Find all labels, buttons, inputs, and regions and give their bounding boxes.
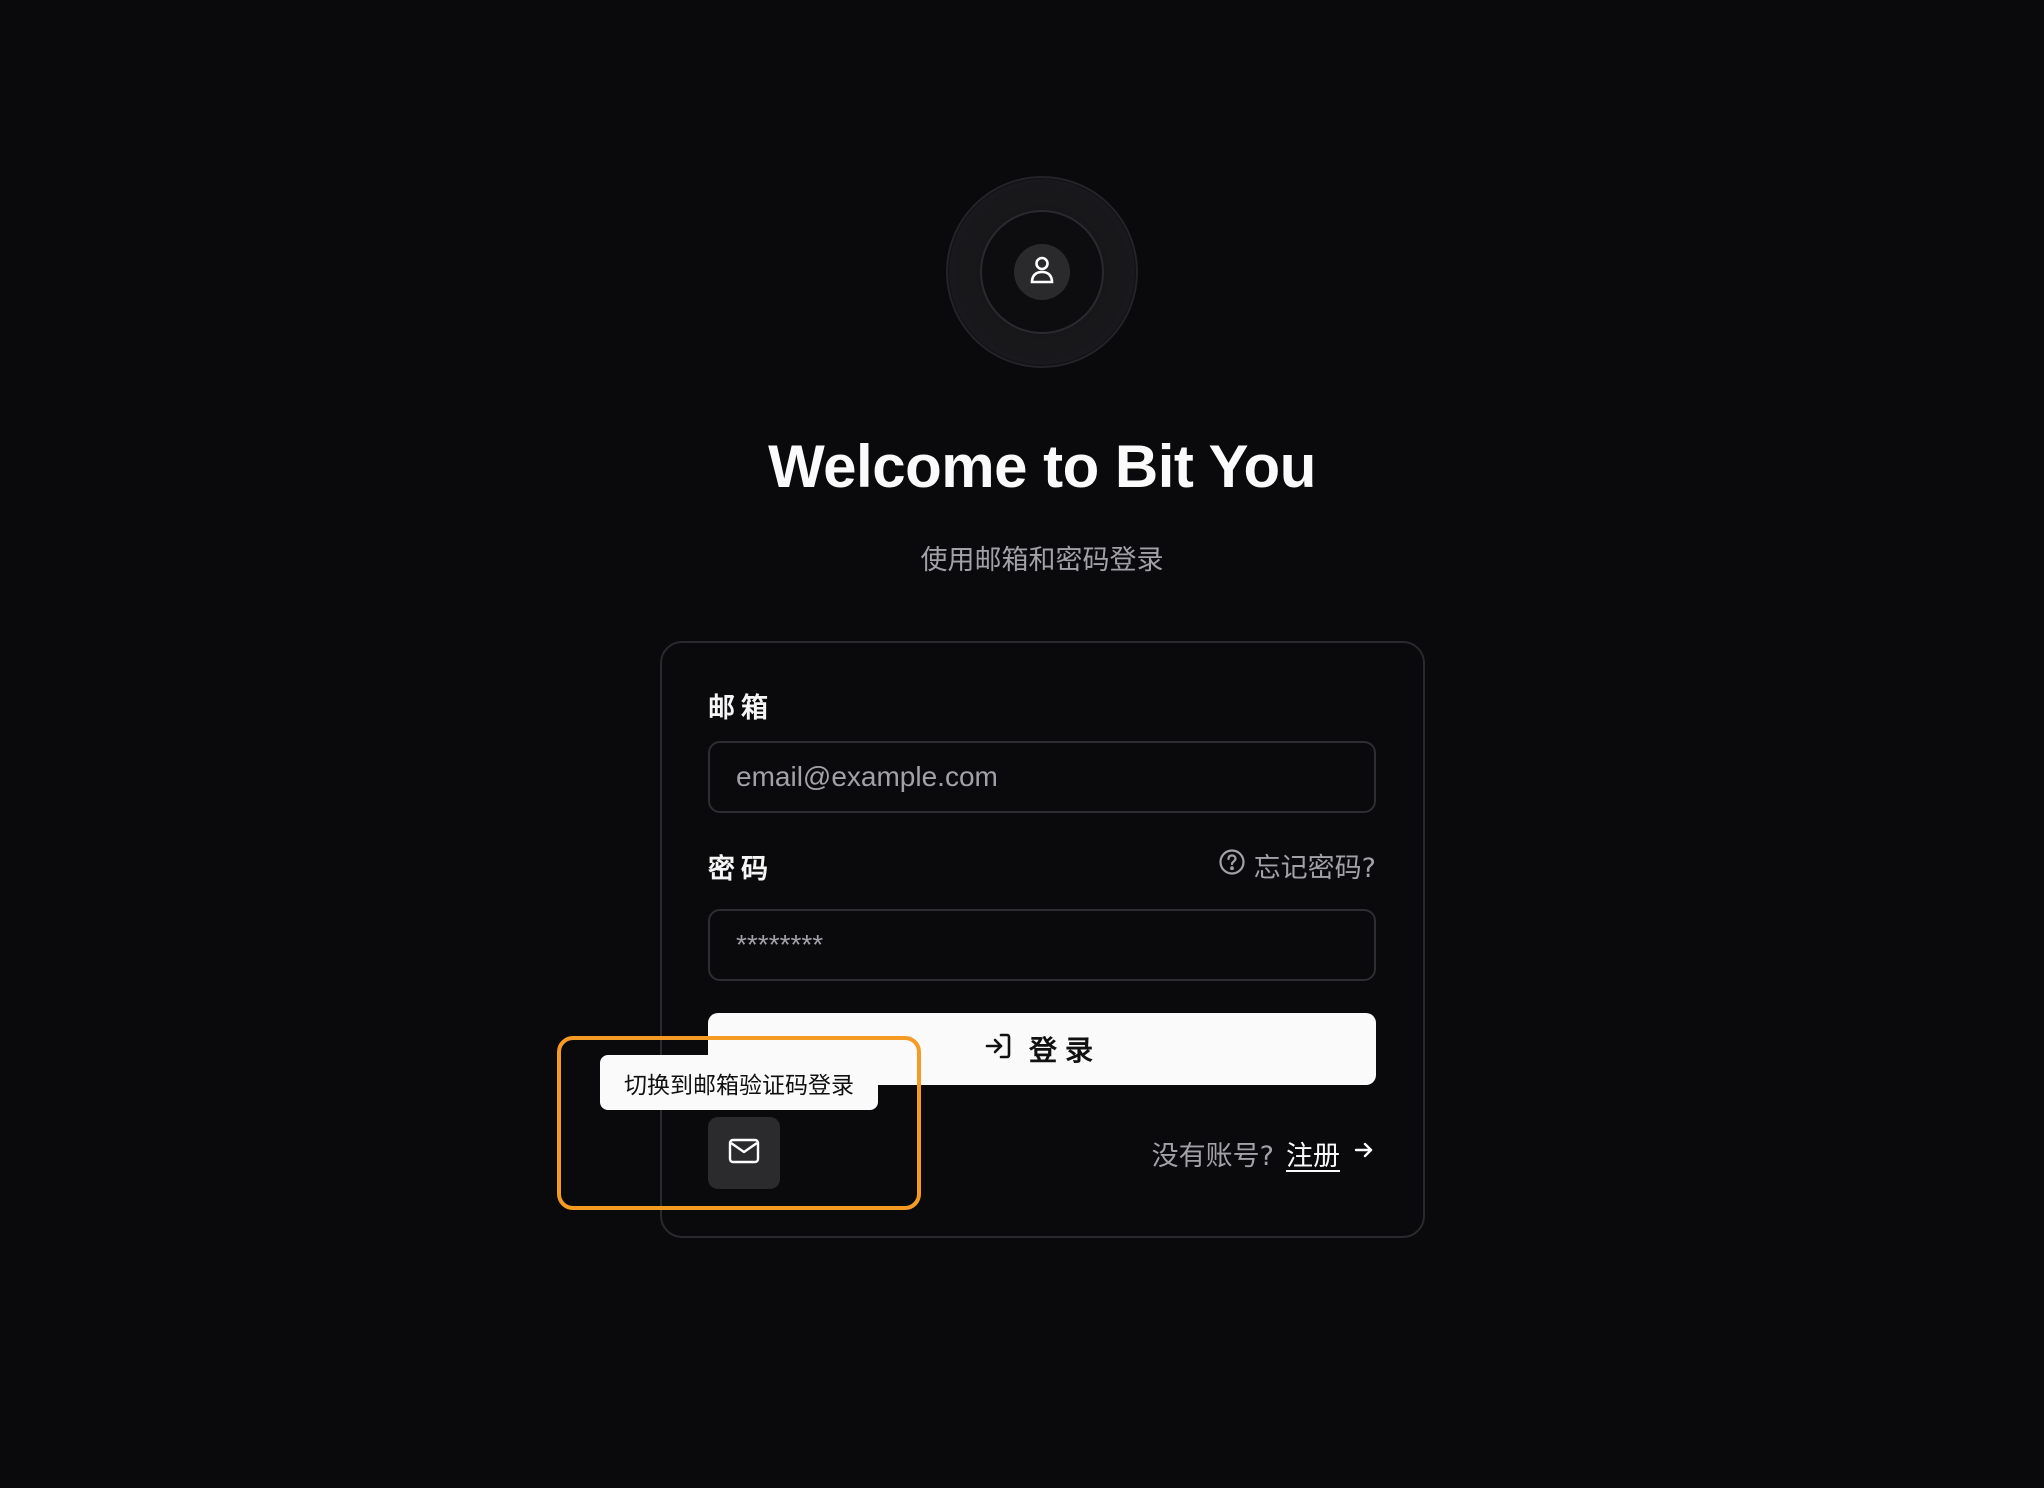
password-label: 密码 <box>708 854 774 885</box>
log-in-icon <box>983 1031 1013 1068</box>
forgot-password-label: 忘记密码? <box>1253 853 1376 884</box>
email-field-wrapper <box>708 741 1376 813</box>
arrow-right-icon[interactable] <box>1352 1138 1376 1169</box>
forgot-password-link[interactable]: 忘记密码? <box>1218 846 1376 885</box>
highlight-box <box>557 1036 921 1210</box>
page-title: Welcome to Bit You <box>768 433 1316 500</box>
user-icon <box>1029 255 1055 289</box>
signup-link[interactable]: 注册 <box>1286 1134 1340 1173</box>
login-button-label: 登录 <box>1028 1035 1101 1066</box>
email-label: 邮箱 <box>708 693 774 724</box>
password-field-wrapper <box>708 909 1376 981</box>
help-circle-icon <box>1218 848 1246 883</box>
page-subtitle: 使用邮箱和密码登录 <box>920 545 1164 576</box>
login-page: Welcome to Bit You 使用邮箱和密码登录 邮箱 密码 忘记密码?… <box>0 0 2044 1488</box>
avatar <box>1014 244 1070 300</box>
signup-row: 没有账号? 注册 <box>1152 1134 1376 1173</box>
password-field[interactable] <box>736 929 1348 961</box>
no-account-text: 没有账号? <box>1151 1141 1274 1172</box>
email-field[interactable] <box>736 761 1348 793</box>
